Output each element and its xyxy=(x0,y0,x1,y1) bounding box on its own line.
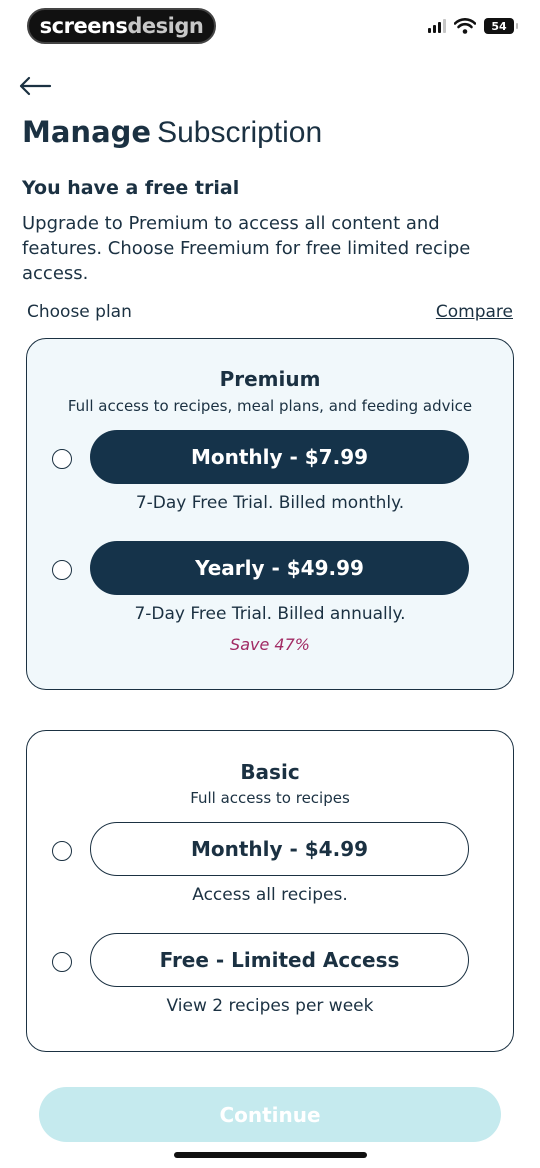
status-bar: screens design 54 xyxy=(0,0,540,52)
trial-heading: You have a free trial xyxy=(22,177,240,199)
premium-monthly-button[interactable]: Monthly - $7.99 xyxy=(90,430,469,484)
free-plan-radio[interactable] xyxy=(52,952,72,972)
basic-subtitle: Full access to recipes xyxy=(190,789,350,807)
basic-monthly-radio[interactable] xyxy=(52,841,72,861)
compare-link[interactable]: Compare xyxy=(436,302,513,322)
status-icons: 54 xyxy=(428,18,518,34)
premium-plan-card: Premium Full access to recipes, meal pla… xyxy=(26,338,514,690)
basic-plan-card: Basic Full access to recipes Monthly - $… xyxy=(26,730,514,1052)
page-title-light: Subscription xyxy=(157,116,323,149)
back-button[interactable] xyxy=(18,70,58,102)
choose-plan-label: Choose plan xyxy=(27,302,132,322)
continue-button[interactable]: Continue xyxy=(39,1087,501,1142)
premium-title: Premium xyxy=(219,367,321,391)
brand-logo: screens design xyxy=(27,8,216,44)
premium-monthly-note: 7-Day Free Trial. Billed monthly. xyxy=(135,493,405,513)
premium-yearly-button[interactable]: Yearly - $49.99 xyxy=(90,541,469,595)
battery-level: 54 xyxy=(491,19,507,33)
basic-monthly-note: Access all recipes. xyxy=(192,885,348,905)
brand-text-screens: screens xyxy=(39,14,128,38)
premium-yearly-radio[interactable] xyxy=(52,560,72,580)
free-plan-button[interactable]: Free - Limited Access xyxy=(90,933,469,987)
premium-monthly-radio[interactable] xyxy=(52,449,72,469)
free-plan-note: View 2 recipes per week xyxy=(166,996,374,1016)
cellular-signal-icon xyxy=(428,19,446,33)
basic-monthly-button[interactable]: Monthly - $4.99 xyxy=(90,822,469,876)
premium-yearly-note: 7-Day Free Trial. Billed annually. xyxy=(134,604,406,624)
trial-description: Upgrade to Premium to access all content… xyxy=(22,213,471,284)
premium-yearly-savings: Save 47% xyxy=(230,635,310,654)
arrow-left-icon xyxy=(19,76,52,96)
battery-icon: 54 xyxy=(484,18,518,34)
premium-subtitle: Full access to recipes, meal plans, and … xyxy=(67,397,473,415)
page-title-strong: Manage xyxy=(22,115,152,149)
home-indicator xyxy=(174,1152,367,1158)
basic-title: Basic xyxy=(240,760,300,784)
wifi-icon xyxy=(454,18,476,34)
brand-text-design: design xyxy=(127,14,204,38)
page-title: Manage Subscription xyxy=(22,115,322,150)
